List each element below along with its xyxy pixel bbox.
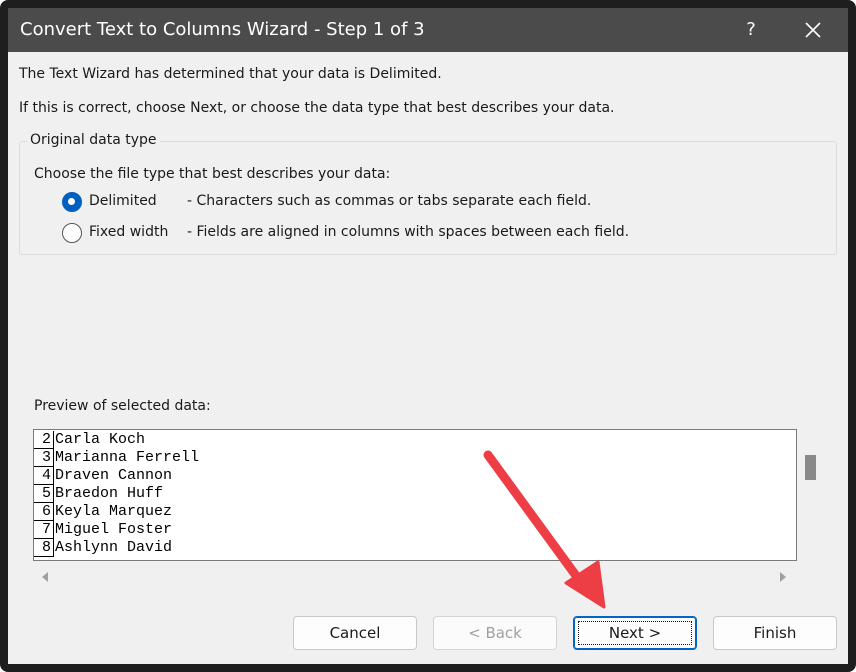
close-button[interactable] — [790, 8, 836, 52]
row-text: Ashlynn David — [55, 539, 173, 556]
radio-option-fixed-width[interactable]: Fixed width - Fields are aligned in colu… — [62, 223, 762, 245]
radio-label-fixed-width[interactable]: Fixed width — [89, 224, 168, 240]
original-data-type-group: Original data type Choose the file type … — [19, 132, 837, 255]
cancel-button[interactable]: Cancel — [293, 616, 417, 650]
vertical-scrollbar-thumb[interactable] — [805, 455, 816, 480]
row-text: Marianna Ferrell — [55, 449, 200, 466]
row-text: Keyla Marquez — [55, 503, 173, 520]
preview-row: 8 Ashlynn David — [34, 539, 794, 557]
help-button[interactable]: ? — [728, 8, 774, 52]
data-preview[interactable]: 2 Carla Koch 3 Marianna Ferrell 4 Draven… — [33, 429, 797, 561]
scroll-right-arrow[interactable] — [778, 568, 788, 582]
dialog-window: Convert Text to Columns Wizard - Step 1 … — [0, 0, 856, 672]
radio-description-fixed-width: - Fields are aligned in columns with spa… — [187, 224, 630, 240]
caret-left-icon — [42, 572, 48, 582]
preview-row: 2 Carla Koch — [34, 431, 794, 449]
radio-button-fixed-width[interactable] — [62, 223, 82, 243]
instruction-message: If this is correct, choose Next, or choo… — [19, 100, 615, 116]
preview-row: 3 Marianna Ferrell — [34, 449, 794, 467]
row-text: Carla Koch — [55, 431, 146, 448]
radio-option-delimited[interactable]: Delimited - Characters such as commas or… — [62, 192, 762, 214]
row-number: 5 — [34, 485, 54, 503]
row-number: 8 — [34, 539, 54, 557]
dialog-body: The Text Wizard has determined that your… — [8, 52, 848, 664]
row-number: 2 — [34, 431, 54, 449]
row-number: 7 — [34, 521, 54, 539]
row-text: Miguel Foster — [55, 521, 173, 538]
caret-right-icon — [780, 572, 786, 582]
group-title: Original data type — [27, 132, 160, 148]
row-number: 3 — [34, 449, 54, 467]
row-number: 6 — [34, 503, 54, 521]
row-number: 4 — [34, 467, 54, 485]
title-bar[interactable]: Convert Text to Columns Wizard - Step 1 … — [8, 8, 848, 52]
preview-row: 5 Braedon Huff — [34, 485, 794, 503]
preview-row: 4 Draven Cannon — [34, 467, 794, 485]
detected-message: The Text Wizard has determined that your… — [19, 66, 442, 82]
radio-button-delimited[interactable] — [62, 192, 82, 212]
row-text: Braedon Huff — [55, 485, 164, 502]
scroll-left-arrow[interactable] — [40, 568, 50, 582]
preview-row: 7 Miguel Foster — [34, 521, 794, 539]
row-text: Draven Cannon — [55, 467, 173, 484]
radio-label-delimited[interactable]: Delimited — [89, 193, 157, 209]
window-title: Convert Text to Columns Wizard - Step 1 … — [20, 19, 425, 40]
close-icon — [805, 22, 821, 38]
group-prompt: Choose the file type that best describes… — [34, 166, 391, 182]
finish-button[interactable]: Finish — [713, 616, 837, 650]
back-button[interactable]: < Back — [433, 616, 557, 650]
radio-description-delimited: - Characters such as commas or tabs sepa… — [187, 193, 592, 209]
next-button[interactable]: Next > — [573, 616, 697, 650]
preview-row: 6 Keyla Marquez — [34, 503, 794, 521]
preview-label: Preview of selected data: — [34, 398, 211, 414]
